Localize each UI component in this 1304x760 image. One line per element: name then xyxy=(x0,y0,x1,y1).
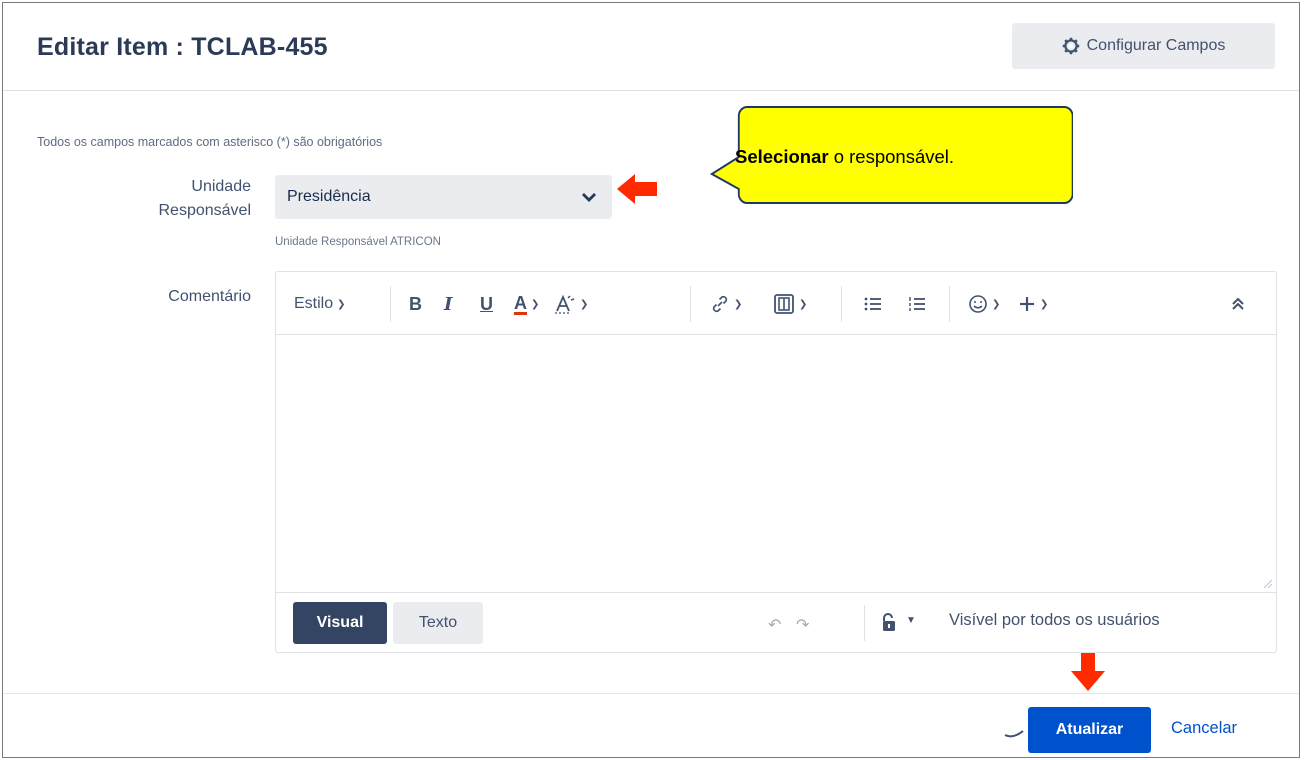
toolbar-divider xyxy=(690,286,691,322)
emoji-icon xyxy=(969,295,987,313)
unidade-label-text: Unidade Responsável xyxy=(158,178,252,219)
chevron-down-icon: ❯ xyxy=(580,298,589,310)
insert-media-button[interactable]: ❯ xyxy=(773,291,807,317)
callout-bold: Selecionar xyxy=(735,146,829,167)
editor-toolbar: Estilo ❯ B I U A ❯ ❯ ❯ ❯ ❯ ❯ xyxy=(276,272,1276,335)
arrow-annotation xyxy=(1071,653,1105,691)
redo-icon[interactable]: ↷ xyxy=(796,615,809,635)
chevron-down-icon: ❯ xyxy=(992,298,1001,310)
lock-icon[interactable] xyxy=(880,612,898,632)
resize-handle-icon[interactable] xyxy=(1262,578,1272,588)
text-style-dropdown[interactable]: Estilo ❯ xyxy=(294,291,346,317)
underline-button[interactable]: U xyxy=(480,291,493,317)
toolbar-divider xyxy=(949,286,950,322)
editor-footer: Visual Texto ↶ ↷ ▼ Visível por todos os … xyxy=(276,592,1276,652)
insert-more-button[interactable]: ❯ xyxy=(1018,291,1048,317)
callout-text: Selecionar o responsável. xyxy=(735,146,954,168)
text-effects-icon xyxy=(555,294,575,314)
italic-button[interactable]: I xyxy=(444,291,452,317)
bullet-list-button[interactable] xyxy=(864,291,882,317)
chevron-down-icon: ❯ xyxy=(531,298,540,310)
dialog-footer-divider xyxy=(3,693,1299,694)
emoji-button[interactable]: ❯ xyxy=(968,291,1000,317)
numbered-list-icon xyxy=(909,297,925,311)
dialog-title: Editar Item : TCLAB-455 xyxy=(37,33,328,61)
collapse-icon xyxy=(1232,297,1244,310)
configure-fields-button[interactable]: Configurar Campos xyxy=(1012,23,1275,69)
comentario-label: Comentário xyxy=(168,288,251,305)
update-button[interactable]: Atualizar xyxy=(1028,707,1151,753)
image-icon xyxy=(774,294,794,314)
text-color-button[interactable]: A ❯ xyxy=(514,291,539,317)
chevron-down-icon: ❯ xyxy=(1040,298,1049,310)
chevron-down-icon: ❯ xyxy=(337,298,346,310)
dialog-header: Editar Item : TCLAB-455 Configurar Campo… xyxy=(3,3,1299,91)
collapse-toolbar-button[interactable] xyxy=(1231,291,1245,317)
callout-rest: o responsável. xyxy=(828,146,955,167)
bullet-list-icon xyxy=(864,297,881,311)
more-formatting-button[interactable]: ❯ xyxy=(554,291,588,317)
toolbar-divider xyxy=(390,286,391,322)
unidade-responsavel-select[interactable]: Presidência xyxy=(275,175,612,219)
chevron-down-icon[interactable]: ▼ xyxy=(906,615,916,626)
unidade-responsavel-label: Unidade Responsável xyxy=(103,175,252,223)
visual-mode-button[interactable]: Visual xyxy=(293,602,387,644)
link-icon xyxy=(712,295,728,313)
numbered-list-button[interactable] xyxy=(908,291,926,317)
loading-indicator-icon xyxy=(1004,730,1024,738)
unidade-selected-value: Presidência xyxy=(287,188,371,205)
chevron-down-icon: ❯ xyxy=(734,298,743,310)
text-mode-button[interactable]: Texto xyxy=(393,602,483,644)
plus-icon xyxy=(1020,297,1034,311)
undo-icon[interactable]: ↶ xyxy=(768,615,781,635)
bold-button[interactable]: B xyxy=(409,291,422,317)
chevron-down-icon: ❯ xyxy=(799,298,808,310)
configure-fields-label: Configurar Campos xyxy=(1086,37,1226,54)
gear-icon xyxy=(1062,37,1079,55)
comment-visibility[interactable]: Visível por todos os usuários xyxy=(949,611,1160,630)
comment-text-area[interactable] xyxy=(276,335,1276,592)
comment-editor: Estilo ❯ B I U A ❯ ❯ ❯ ❯ ❯ ❯ Visual Text… xyxy=(275,271,1277,653)
required-fields-note: Todos os campos marcados com asterisco (… xyxy=(37,135,383,149)
footer-divider xyxy=(864,605,865,641)
unidade-help-text: Unidade Responsável ATRICON xyxy=(275,236,441,248)
text-style-label: Estilo xyxy=(294,295,334,312)
arrow-annotation xyxy=(617,174,657,204)
text-color-icon: A xyxy=(514,292,527,315)
edit-item-dialog: Editar Item : TCLAB-455 Configurar Campo… xyxy=(2,2,1300,758)
cancel-link[interactable]: Cancelar xyxy=(1171,719,1237,738)
toolbar-divider xyxy=(841,286,842,322)
link-button[interactable]: ❯ xyxy=(710,291,742,317)
chevron-down-icon xyxy=(582,193,596,202)
